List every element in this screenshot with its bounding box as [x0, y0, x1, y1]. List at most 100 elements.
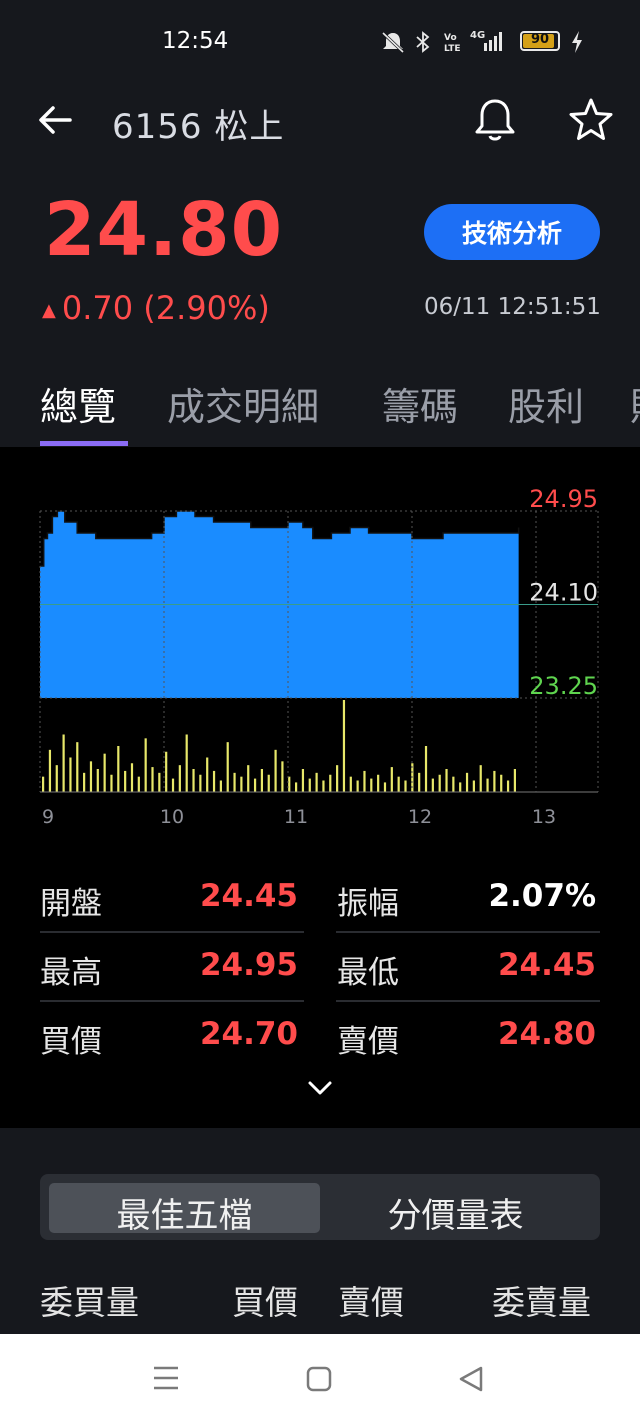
volume-bar — [506, 780, 510, 792]
volume-bar — [383, 782, 387, 792]
back-arrow-icon[interactable] — [36, 100, 76, 140]
volume-bar — [103, 753, 106, 792]
tab-indicator — [40, 441, 128, 446]
volume-bar — [247, 765, 250, 792]
volume-bar — [424, 746, 428, 792]
x-tick-label: 12 — [408, 806, 432, 828]
volume-bar — [315, 772, 318, 792]
svg-text:LTE: LTE — [444, 44, 461, 54]
tab-chips[interactable]: 籌碼 — [382, 376, 458, 431]
back-nav-icon[interactable] — [458, 1365, 484, 1393]
volume-bar — [322, 780, 325, 792]
volume-bar — [206, 757, 209, 792]
volume-bar — [288, 776, 291, 792]
volume-bar — [486, 778, 489, 792]
volume-bar — [83, 772, 86, 792]
charging-icon — [572, 31, 582, 53]
stat-label: 振幅 — [337, 886, 399, 922]
volte-icon: Vo LTE — [444, 33, 461, 54]
tab-dividend[interactable]: 股利 — [508, 376, 584, 431]
stat-label: 最高 — [40, 955, 102, 991]
price-change-value: 0.70 (2.90%) — [61, 289, 270, 327]
volume-bar — [165, 751, 168, 792]
volume-bar — [418, 772, 421, 792]
stat-label: 賣價 — [337, 1024, 399, 1060]
volume-bar — [96, 769, 99, 792]
bluetooth-icon — [416, 31, 430, 53]
stat-value: 24.45 — [497, 947, 596, 983]
volume-bar — [336, 765, 339, 792]
price-change: ▲ 0.70 (2.90%) — [42, 289, 270, 327]
volume-bar — [377, 774, 380, 792]
status-time: 12:54 — [162, 28, 229, 54]
volume-bar — [124, 770, 127, 792]
stat-label: 開盤 — [40, 886, 102, 922]
bell-icon[interactable] — [472, 96, 518, 144]
volume-bar — [308, 778, 311, 792]
volume-bar — [301, 769, 305, 792]
volume-bar — [438, 774, 441, 792]
section-divider — [0, 1128, 640, 1144]
volume-bar — [431, 778, 434, 792]
chevron-down-icon[interactable] — [306, 1076, 334, 1100]
volume-bar — [356, 780, 359, 792]
column-ask-price: 賣價 — [338, 1283, 404, 1322]
column-ask-volume: 委賣量 — [492, 1283, 591, 1322]
x-tick-label: 9 — [42, 806, 54, 828]
volume-bar — [253, 778, 257, 792]
x-tick-label: 13 — [532, 806, 556, 828]
volume-bar — [281, 761, 284, 792]
stat-value: 2.07% — [488, 878, 596, 914]
volume-bar — [472, 780, 475, 792]
volume-bar — [404, 780, 407, 792]
stat-label: 買價 — [40, 1024, 102, 1060]
volume-bar — [137, 776, 140, 792]
volume-bar — [42, 776, 45, 792]
volume-bar — [370, 778, 373, 792]
stat-value: 24.95 — [199, 947, 298, 983]
volume-bar — [212, 770, 216, 792]
x-tick-label: 11 — [284, 806, 308, 828]
volume-bar — [349, 776, 352, 792]
volume-bar — [274, 749, 277, 792]
tab-overview[interactable]: 總覽 — [40, 376, 116, 431]
volume-bar — [117, 746, 120, 792]
column-bid-price: 買價 — [232, 1283, 298, 1322]
row-divider — [336, 1000, 600, 1002]
technical-analysis-button[interactable]: 技術分析 — [424, 204, 600, 260]
volume-bar — [445, 769, 448, 792]
volume-bar — [185, 734, 188, 792]
star-icon[interactable] — [567, 96, 615, 144]
recent-apps-icon[interactable] — [152, 1365, 180, 1391]
volume-bar — [130, 763, 134, 792]
volume-bar — [329, 774, 332, 792]
volume-bar — [233, 772, 236, 792]
segment-best-five[interactable]: 最佳五檔 — [49, 1188, 320, 1237]
svg-text:Vo: Vo — [444, 33, 457, 43]
volume-bar — [192, 769, 195, 792]
volume-bar — [89, 761, 93, 792]
last-price: 24.80 — [44, 187, 284, 273]
stock-title: 6156 松上 — [112, 107, 285, 147]
intraday-chart[interactable]: 24.95 24.10 23.25 9 10 11 12 13 — [0, 448, 640, 838]
segment-price-volume[interactable]: 分價量表 — [320, 1188, 591, 1237]
tab-trade-details[interactable]: 成交明細 — [167, 376, 319, 431]
home-icon[interactable] — [306, 1366, 332, 1392]
battery-indicator: 90 — [520, 31, 560, 51]
battery-percent: 90 — [530, 32, 550, 47]
mute-icon — [381, 31, 405, 54]
volume-bar — [500, 774, 503, 792]
volume-bar — [219, 780, 222, 792]
row-divider — [40, 931, 304, 933]
volume-bar — [171, 778, 175, 792]
tab-financials[interactable]: 財 — [630, 376, 640, 431]
x-tick-label: 10 — [160, 806, 184, 828]
volume-bar — [240, 776, 243, 792]
volume-bar — [390, 767, 393, 792]
y-tick-label: 23.25 — [529, 672, 598, 700]
volume-bar — [226, 742, 229, 792]
tab-bar: 總覽 成交明細 籌碼 股利 財 — [0, 370, 640, 446]
volume-bar — [48, 749, 52, 792]
volume-bar — [493, 770, 496, 792]
volume-bar — [158, 772, 161, 792]
